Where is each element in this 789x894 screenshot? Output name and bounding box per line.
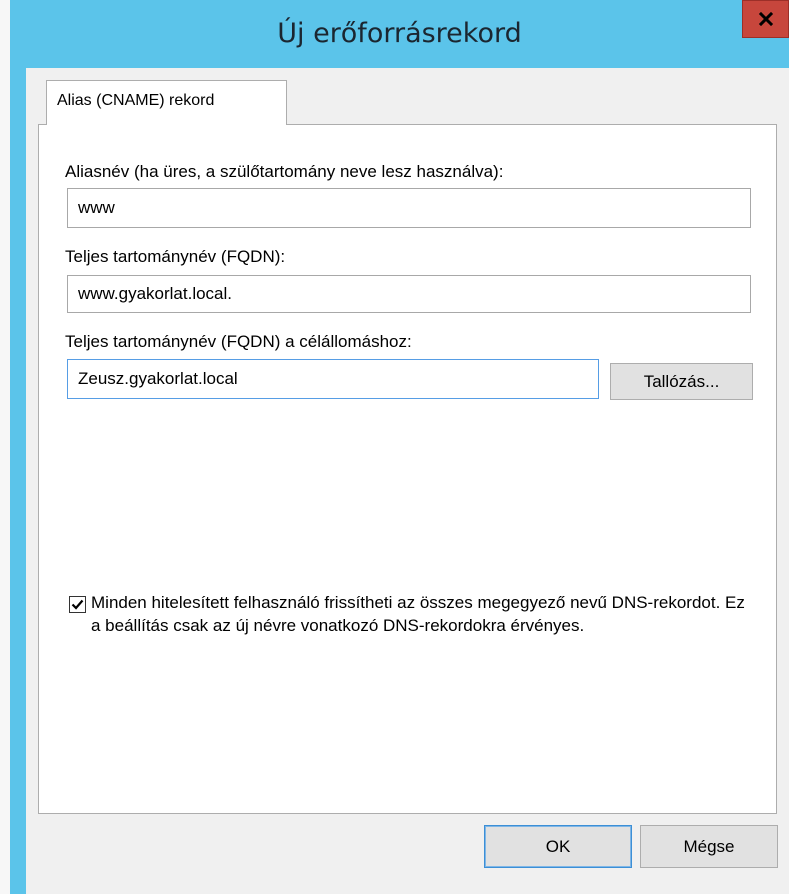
dialog-window: Új erőforrásrekord Alias (CNAME) rekord … (10, 0, 789, 894)
update-records-label[interactable]: Minden hitelesített felhasználó frissíth… (91, 591, 751, 637)
tab-alias-cname[interactable]: Alias (CNAME) rekord (46, 80, 287, 125)
update-records-checkbox[interactable] (69, 596, 86, 613)
ok-button[interactable]: OK (484, 825, 632, 868)
close-icon (758, 12, 773, 26)
close-button[interactable] (742, 0, 789, 38)
target-fqdn-label: Teljes tartománynév (FQDN) a célállomásh… (65, 332, 412, 351)
alias-label: Aliasnév (ha üres, a szülőtartomány neve… (65, 162, 504, 181)
fqdn-label: Teljes tartománynév (FQDN): (65, 247, 286, 266)
checkmark-icon (71, 599, 84, 610)
dialog-body: Alias (CNAME) rekord Aliasnév (ha üres, … (26, 68, 789, 894)
browse-button[interactable]: Tallózás... (610, 363, 753, 400)
window-title: Új erőforrásrekord (277, 18, 522, 49)
cancel-button[interactable]: Mégse (640, 825, 778, 868)
alias-input[interactable]: www (67, 188, 751, 228)
fqdn-input[interactable]: www.gyakorlat.local. (67, 275, 751, 313)
tab-page: Aliasnév (ha üres, a szülőtartomány neve… (38, 124, 777, 814)
tab-label: Alias (CNAME) rekord (57, 92, 215, 109)
target-fqdn-input[interactable]: Zeusz.gyakorlat.local (67, 359, 599, 399)
background-desktop (0, 0, 10, 894)
